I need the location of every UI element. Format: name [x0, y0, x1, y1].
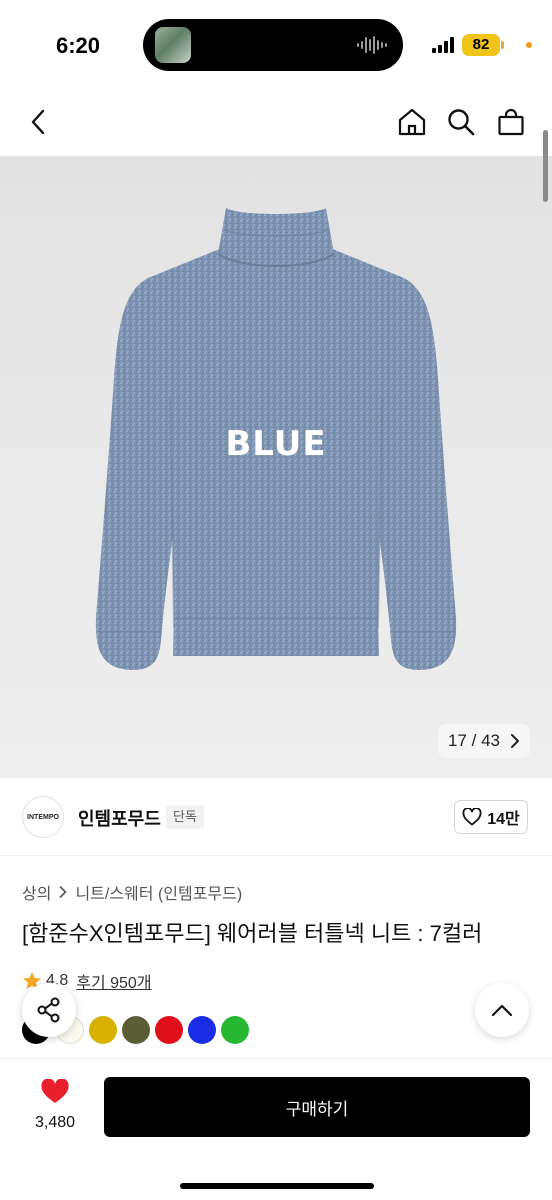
product-image-carousel[interactable]: BLUE 17 / 43 [0, 156, 552, 778]
color-name-overlay: BLUE [225, 424, 327, 464]
top-navigation [0, 90, 552, 156]
status-bar: 6:20 82 [0, 0, 552, 90]
battery-tip [501, 41, 504, 49]
product-title: [함준수X인템포무드] 웨어러블 터틀넥 니트 : 7컬러 [22, 921, 483, 946]
scroll-to-top-button[interactable] [475, 983, 529, 1037]
audio-wave-icon [357, 36, 387, 54]
bottom-action-bar: 3,480 구매하기 [0, 1058, 552, 1200]
color-swatch-mustard[interactable] [89, 1016, 117, 1044]
heart-filled-icon [41, 1078, 69, 1103]
home-button[interactable] [394, 104, 430, 140]
privacy-indicator-dot [526, 42, 532, 48]
category-breadcrumb: 상의 니트/스웨터 (인템포무드) [22, 880, 242, 904]
share-icon [37, 997, 60, 1023]
breadcrumb-chevron-icon [60, 886, 67, 898]
now-playing-artwork [155, 27, 191, 63]
color-swatch-green[interactable] [221, 1016, 249, 1044]
share-button[interactable] [22, 983, 76, 1037]
page-scrollbar[interactable] [543, 130, 548, 202]
buy-button[interactable]: 구매하기 [104, 1077, 530, 1137]
search-button[interactable] [443, 104, 479, 140]
breadcrumb-category-top[interactable]: 상의 [22, 880, 51, 904]
breadcrumb-category-sub[interactable]: 니트/스웨터 (인템포무드) [75, 880, 242, 904]
home-icon [398, 108, 426, 136]
brand-like-count: 14만 [487, 811, 520, 828]
home-indicator [180, 1183, 374, 1189]
dynamic-island[interactable] [143, 19, 403, 71]
back-button[interactable] [20, 104, 56, 140]
search-icon [448, 109, 475, 136]
review-count-link[interactable]: 후기 950개 [76, 969, 151, 993]
brand-like-button[interactable]: 14만 [454, 800, 528, 834]
color-swatch-blue[interactable] [188, 1016, 216, 1044]
cart-button[interactable] [493, 104, 529, 140]
color-swatch-olive[interactable] [122, 1016, 150, 1044]
heart-outline-icon [462, 808, 482, 826]
cellular-signal-icon [432, 37, 454, 53]
chevron-up-icon [491, 1004, 513, 1017]
shopping-bag-icon [498, 108, 524, 136]
battery-level: 82 [462, 34, 500, 56]
image-counter-button[interactable]: 17 / 43 [438, 724, 530, 758]
image-counter-text: 17 / 43 [448, 731, 500, 750]
brand-row: INTEMPO 인템포무드 단독 14만 [0, 778, 552, 856]
exclusive-badge: 단독 [166, 805, 204, 829]
status-time: 6:20 [56, 33, 101, 58]
color-swatch-red[interactable] [155, 1016, 183, 1044]
chevron-right-icon [511, 734, 519, 748]
wishlist-button[interactable]: 3,480 [26, 1078, 84, 1132]
wishlist-count: 3,480 [34, 1114, 76, 1131]
chevron-left-icon [31, 109, 45, 135]
brand-logo[interactable]: INTEMPO [22, 796, 64, 838]
brand-name-link[interactable]: 인템포무드 [78, 805, 161, 831]
